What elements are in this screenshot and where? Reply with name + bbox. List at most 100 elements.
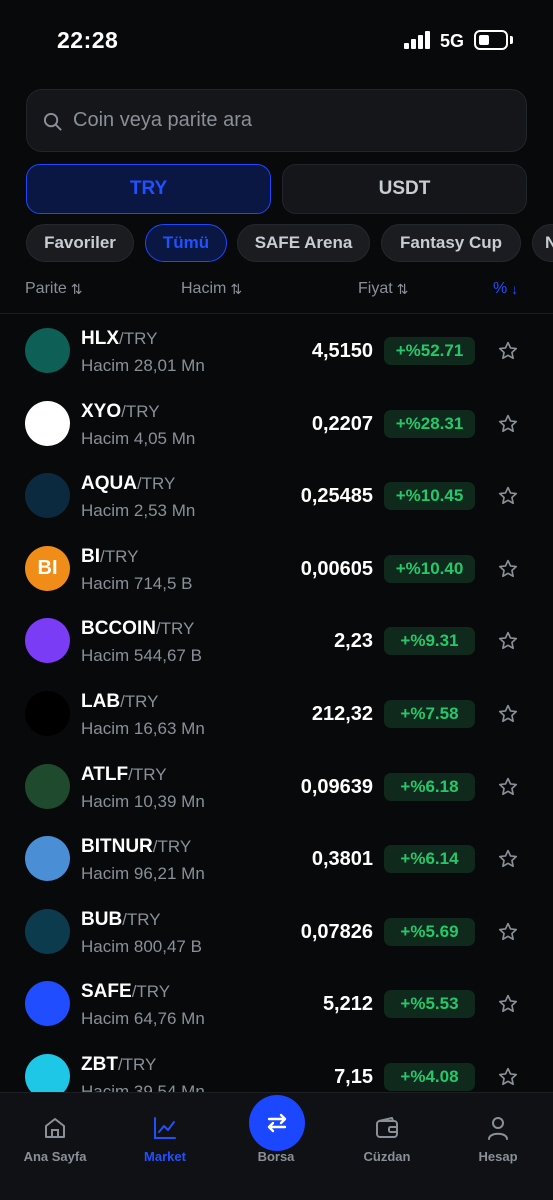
nav-market[interactable]: Market [110,1093,220,1200]
star-icon[interactable] [497,993,519,1015]
search-icon [43,112,62,131]
coin-row[interactable]: LAB/TRY Hacim 16,63 Mn 212,32 +%7.58 [0,677,553,749]
coin-volume: Hacim 714,5 B [81,573,193,593]
chip-tumu[interactable]: Tümü [145,224,227,262]
coin-quote: /TRY [131,982,171,1002]
coin-symbol: LAB [81,691,121,712]
network-label: 5G [440,31,465,51]
coin-volume: Hacim 4,05 Mn [81,428,196,448]
change-badge: +%10.45 [384,482,475,511]
coin-price: 0,09639 [300,775,373,798]
coin-row[interactable]: ATLF/TRY Hacim 10,39 Mn 0,09639 +%6.18 [0,750,553,822]
sort-change[interactable]: % ↓ [493,280,518,298]
chip-favoriler[interactable]: Favoriler [26,224,134,262]
change-badge: +%9.31 [384,627,475,656]
coin-pair: BCCOIN/TRY [81,618,194,640]
coin-symbol: BCCOIN [81,618,156,640]
sort-price[interactable]: Fiyat ⇅ [358,280,408,298]
sort-volume[interactable]: Hacim ⇅ [181,280,242,298]
coin-row[interactable]: ZBT/TRY Hacim 39,54 Mn 7,15 +%4.08 [0,1040,553,1092]
search-bar[interactable] [26,89,527,152]
coin-quote: /TRY [120,692,159,711]
sort-arrows-icon: ⇅ [396,280,409,297]
change-badge: +%6.18 [384,772,475,801]
status-bar: 22:28 5G [0,0,553,80]
sort-pair-label: Parite [25,280,67,297]
star-icon[interactable] [497,1066,519,1088]
coin-row[interactable]: BCCOIN/TRY Hacim 544,67 B 2,23 +%9.31 [0,604,553,676]
bitnur-logo-icon [25,836,70,882]
sort-change-label: % [493,280,508,297]
coin-pair: SAFE/TRY [81,981,170,1003]
nav-hesap[interactable]: Hesap [443,1093,553,1200]
coin-quote: /TRY [119,329,158,348]
sort-arrows-icon: ⇅ [70,280,83,297]
battery-icon [474,30,508,50]
change-badge: +%7.58 [384,700,475,728]
coin-symbol: XYO [81,400,122,422]
bi-logo-icon: BI [25,545,70,591]
coin-price: 0,3801 [311,848,373,871]
lab-logo-icon [25,691,70,736]
zbt-logo-icon [25,1054,70,1092]
coin-pair: BI/TRY [81,546,138,568]
tab-try[interactable]: TRY [26,164,271,214]
coin-price: 212,32 [311,703,373,725]
star-icon[interactable] [497,413,519,435]
chip-more[interactable]: N [532,224,553,262]
sort-pair[interactable]: Parite ⇅ [25,280,83,298]
star-icon[interactable] [497,921,519,943]
filter-chips: Favoriler Tümü SAFE Arena Fantasy Cup N [26,224,553,262]
nav-label: Cüzdan [363,1149,411,1164]
star-icon[interactable] [497,848,519,870]
coin-volume: Hacim 800,47 B [81,936,202,956]
nav-label: Market [144,1149,186,1164]
chip-fantasy-cup[interactable]: Fantasy Cup [381,224,521,262]
coin-row[interactable]: BUB/TRY Hacim 800,47 B 0,07826 +%5.69 [0,895,553,967]
chip-safe-arena[interactable]: SAFE Arena [237,224,370,262]
star-icon[interactable] [497,776,519,798]
arrow-down-icon: ↓ [511,281,519,297]
star-icon[interactable] [497,558,519,580]
coin-volume: Hacim 10,39 Mn [81,791,205,811]
star-icon[interactable] [497,340,519,362]
coin-quote: /TRY [128,764,167,784]
aqua-logo-icon [25,473,70,519]
coin-quote: /TRY [152,837,192,857]
wallet-icon [376,1117,398,1138]
coin-volume: Hacim 64,76 Mn [81,1009,205,1029]
coin-row[interactable]: HLX/TRY Hacim 28,01 Mn 4,5150 +%52.71 [0,314,553,386]
swap-button[interactable] [249,1095,305,1151]
battery-cap [510,36,513,44]
home-icon [45,1118,65,1138]
search-input[interactable] [73,90,513,151]
star-icon[interactable] [497,630,519,652]
sort-price-label: Fiyat [358,280,393,297]
coin-pair: XYO/TRY [81,401,160,423]
hlx-logo-icon [25,328,70,373]
nav-ana-sayfa[interactable]: Ana Sayfa [0,1093,110,1200]
coin-quote: /TRY [155,619,195,639]
coin-volume: Hacim 2,53 Mn [81,501,196,521]
star-icon[interactable] [497,485,519,507]
coin-row[interactable]: BITNUR/TRY Hacim 96,21 Mn 0,3801 +%6.14 [0,822,553,894]
coin-symbol: HLX [81,328,119,349]
coin-row[interactable]: BI BI/TRY Hacim 714,5 B 0,00605 +%10.40 [0,532,553,604]
star-icon[interactable] [497,703,519,725]
swap-icon [267,1113,287,1133]
change-badge: +%4.08 [384,1063,475,1091]
coin-quote: /TRY [100,546,139,566]
coin-row[interactable]: AQUA/TRY Hacim 2,53 Mn 0,25485 +%10.45 [0,459,553,531]
coin-quote: /TRY [121,401,160,421]
change-badge: +%10.40 [384,554,475,583]
coin-volume: Hacim 96,21 Mn [81,864,205,884]
coin-volume: Hacim 28,01 Mn [81,356,205,375]
coin-row[interactable]: XYO/TRY Hacim 4,05 Mn 0,2207 +%28.31 [0,387,553,459]
tab-usdt[interactable]: USDT [282,164,527,214]
nav-label: Ana Sayfa [23,1149,87,1164]
safe-logo-icon [25,981,70,1027]
nav-cuzdan[interactable]: Cüzdan [332,1093,442,1200]
coin-row[interactable]: SAFE/TRY Hacim 64,76 Mn 5,212 +%5.53 [0,967,553,1039]
coin-quote: /TRY [136,474,176,494]
coin-quote: /TRY [122,909,161,929]
